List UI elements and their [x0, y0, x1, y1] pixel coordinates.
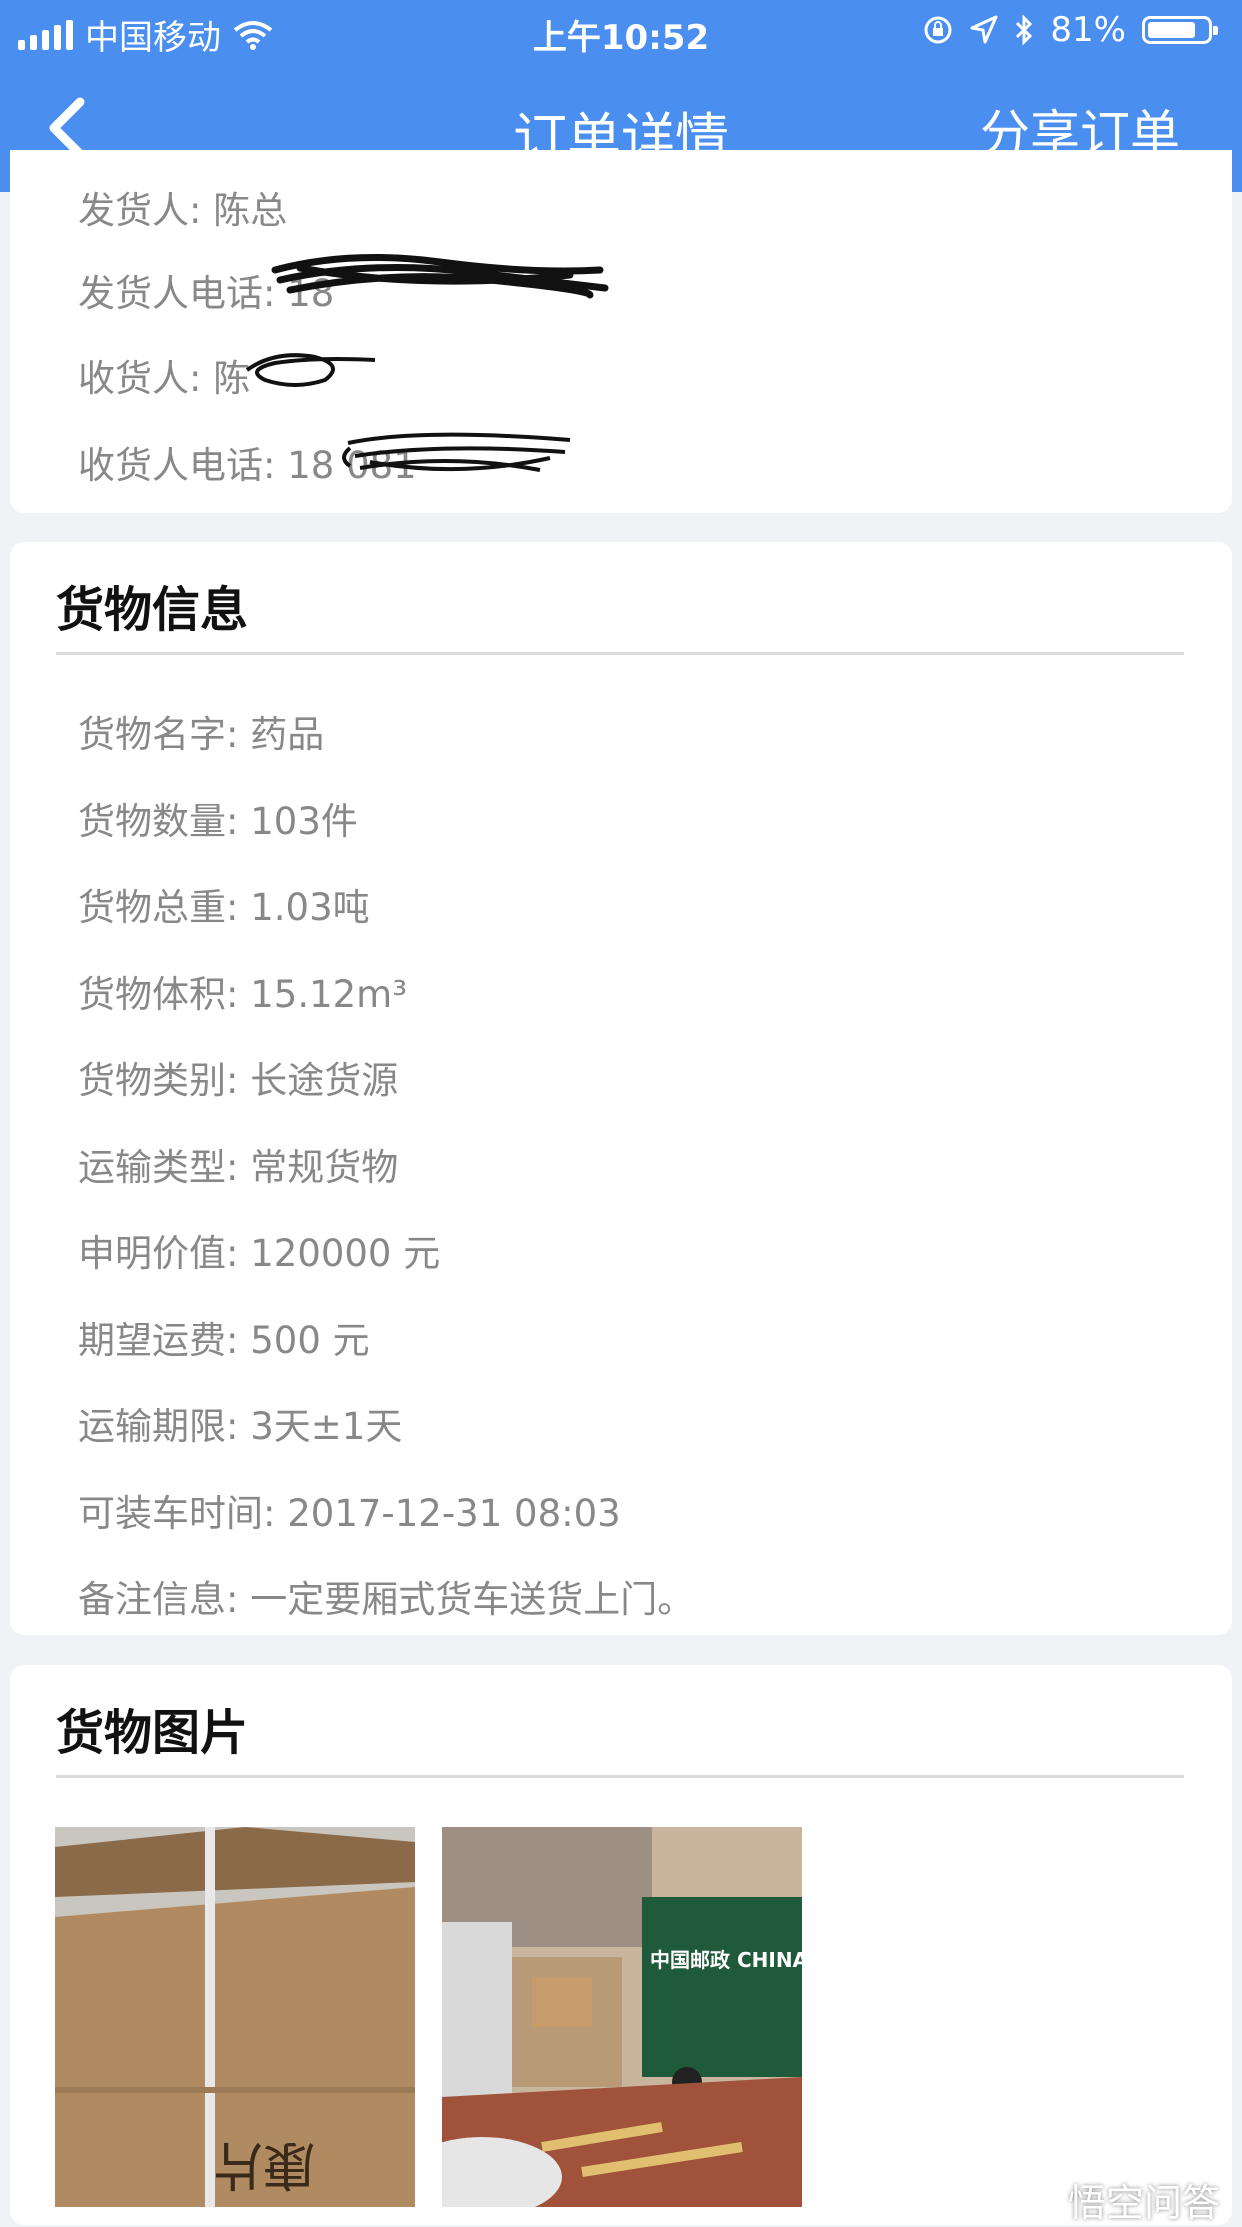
- receiver-phone-label: 收货人电话:: [78, 444, 276, 487]
- cargo-info-label: 申明价值:: [78, 1232, 239, 1275]
- shipper-value: 陈总: [213, 189, 288, 232]
- cargo-info-label: 货物名字:: [78, 713, 239, 756]
- cargo-photos-title: 货物图片: [56, 1705, 249, 1761]
- rotation-lock-icon: [924, 16, 952, 44]
- redaction-scribble: [245, 353, 376, 387]
- cargo-info-value: 15.12m³: [250, 972, 408, 1016]
- cargo-info-label: 运输类型:: [78, 1145, 239, 1189]
- divider: [56, 1775, 1184, 1778]
- cargo-info-value: 2017-12-31 08:03: [287, 1491, 621, 1535]
- cargo-info-label: 可装车时间:: [78, 1491, 276, 1535]
- cargo-info-label: 货物体积:: [78, 972, 239, 1016]
- location-icon: [970, 15, 998, 44]
- cargo-info-label: 货物类别:: [78, 1059, 239, 1102]
- cargo-info-row: 货物类别: 长途货源: [78, 1050, 398, 1104]
- cargo-info-row: 货物体积: 15.12m³: [78, 964, 407, 1018]
- shipper-row: 发货人: 陈总: [78, 180, 287, 234]
- watermark-text: 悟空问答: [1067, 2181, 1220, 2225]
- cargo-photo-boxes[interactable]: 康片: [55, 1827, 415, 2207]
- redaction-scribble: [342, 432, 571, 472]
- cargo-info-label: 期望运费:: [78, 1318, 239, 1362]
- watermark: 悟空问答: [1022, 2172, 1220, 2227]
- cargo-info-row: 可装车时间: 2017-12-31 08:03: [78, 1483, 621, 1537]
- receiver-label: 收货人:: [78, 357, 202, 400]
- cargo-info-label: 备注信息:: [78, 1578, 239, 1621]
- cargo-info-value: 500 元: [250, 1318, 370, 1362]
- cargo-info-card: 货物信息 货物名字: 药品 货物数量: 103件 货物总重: 1.03吨 货物体积: …: [10, 542, 1232, 1635]
- redaction-scribble: [271, 254, 609, 299]
- cargo-info-row: 货物数量: 103件: [78, 791, 358, 845]
- bluetooth-icon: [1016, 14, 1033, 46]
- shipper-phone-label: 发货人电话:: [78, 272, 276, 315]
- cargo-info-row: 期望运费: 500 元: [78, 1310, 370, 1364]
- cargo-photos-card: 货物图片 康片 中国邮政 CHINA POST: [10, 1665, 1232, 2225]
- cargo-info-title: 货物信息: [56, 582, 249, 638]
- cargo-info-value: 103件: [250, 799, 358, 843]
- cargo-info-value: 1.03吨: [250, 886, 370, 929]
- cargo-info-label: 运输期限:: [78, 1405, 239, 1448]
- receiver-row: 收货人: 陈: [78, 348, 250, 402]
- cargo-info-row: 货物名字: 药品: [78, 704, 324, 758]
- chat-bubble-icon: [1023, 2189, 1062, 2210]
- cargo-info-row: 备注信息: 一定要厢式货车送货上门。: [78, 1569, 694, 1623]
- cargo-info-value: 药品: [250, 713, 325, 756]
- cargo-info-label: 货物数量:: [78, 799, 239, 843]
- cargo-info-value: 长途货源: [250, 1059, 399, 1102]
- battery-percent: 81%: [1050, 10, 1126, 50]
- battery-fill: [1148, 22, 1195, 38]
- cargo-info-label: 货物总重:: [78, 886, 239, 929]
- status-bar: 中国移动 上午10:52 81%: [0, 0, 1242, 62]
- box-label-text: 康片: [211, 2134, 315, 2194]
- divider: [56, 652, 1184, 655]
- cargo-info-value: 常规货物: [250, 1145, 399, 1189]
- cargo-info-value: 120000 元: [250, 1232, 441, 1275]
- cargo-info-row: 运输期限: 3天±1天: [78, 1396, 402, 1450]
- cargo-info-row: 运输类型: 常规货物: [78, 1137, 398, 1191]
- box-photo-image: 康片: [55, 1827, 415, 2207]
- cargo-info-row: 货物总重: 1.03吨: [78, 877, 370, 931]
- battery-icon: [1142, 16, 1218, 44]
- status-right: 81%: [922, 10, 1218, 50]
- cargo-photo-truck[interactable]: 中国邮政 CHINA POST: [442, 1827, 802, 2207]
- truck-photo-image: 中国邮政 CHINA POST: [442, 1827, 802, 2207]
- shipper-label: 发货人:: [78, 189, 202, 232]
- cargo-info-row: 申明价值: 120000 元: [78, 1223, 440, 1277]
- cargo-info-value: 3天±1天: [250, 1405, 403, 1448]
- truck-logo-text: 中国邮政 CHINA POST: [650, 1948, 802, 1972]
- cargo-info-value: 一定要厢式货车送货上门。: [250, 1578, 695, 1621]
- contact-card: 发货人: 陈总 发货人电话: 18 收货人: 陈 收货人电话: 18 081: [10, 150, 1232, 513]
